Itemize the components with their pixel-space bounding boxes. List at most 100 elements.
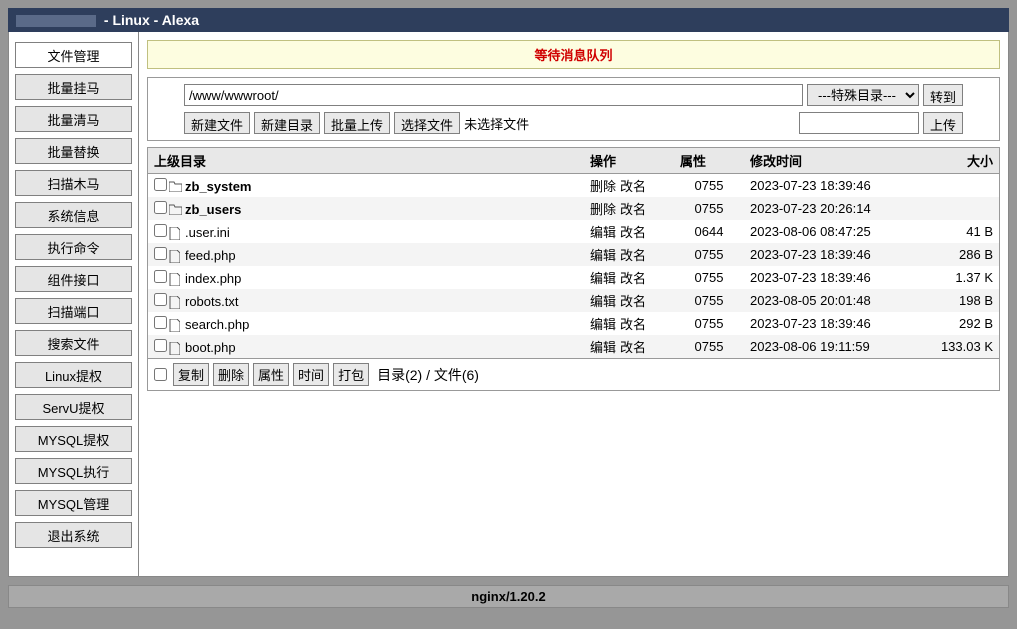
sidebar-item-8[interactable]: 扫描端口 [15, 298, 132, 324]
op-link[interactable]: 改名 [620, 294, 646, 309]
file-icon [169, 227, 182, 238]
table-row: feed.php编辑改名07552023-07-23 18:39:46286 B [148, 243, 999, 266]
upload-button[interactable]: 上传 [923, 112, 963, 134]
op-link[interactable]: 编辑 [590, 225, 616, 240]
mtime-cell: 2023-08-06 08:47:25 [744, 220, 919, 243]
sidebar-item-9[interactable]: 搜索文件 [15, 330, 132, 356]
redacted-host [16, 15, 96, 27]
sidebar-item-4[interactable]: 扫描木马 [15, 170, 132, 196]
size-cell [919, 174, 999, 198]
table-row: .user.ini 编辑改名 06442023-08-06 08:47:2541 B [148, 220, 999, 243]
message-bar: 等待消息队列 [147, 40, 1000, 69]
mtime-cell: 2023-08-06 19:11:59 [744, 335, 919, 358]
op-link[interactable]: 编辑 [590, 271, 616, 286]
file-name-link[interactable]: boot.php [185, 340, 236, 355]
file-name-link[interactable]: zb_system [185, 179, 251, 194]
mtime-cell: 2023-07-23 18:39:46 [744, 266, 919, 289]
op-link[interactable]: 改名 [620, 317, 646, 332]
sidebar-item-13[interactable]: MYSQL执行 [15, 458, 132, 484]
new-dir-button[interactable]: 新建目录 [254, 112, 320, 134]
op-link[interactable]: 改名 [620, 248, 646, 263]
row-checkbox[interactable] [154, 316, 167, 329]
file-icon [169, 342, 182, 353]
file-icon [169, 273, 182, 284]
delete-button[interactable]: 删除 [213, 363, 249, 386]
file-name-link[interactable]: search.php [185, 317, 249, 332]
table-row: index.php编辑改名07552023-07-23 18:39:461.37… [148, 266, 999, 289]
size-cell: 198 B [919, 289, 999, 312]
window-titlebar: - Linux - Alexa [8, 8, 1009, 32]
mtime-cell: 2023-07-23 18:39:46 [744, 174, 919, 198]
select-all-checkbox[interactable] [154, 368, 167, 381]
sidebar: 文件管理批量挂马批量清马批量替换扫描木马系统信息执行命令组件接口扫描端口搜索文件… [9, 32, 139, 576]
op-link[interactable]: 编辑 [590, 294, 616, 309]
row-checkbox[interactable] [154, 270, 167, 283]
size-cell: 1.37 K [919, 266, 999, 289]
op-link[interactable]: 编辑 [590, 248, 616, 263]
table-row: search.php编辑改名07552023-07-23 18:39:46292… [148, 312, 999, 335]
attr-cell: 0755 [674, 174, 744, 198]
op-link[interactable]: 改名 [620, 179, 646, 194]
upload-filename-input[interactable] [799, 112, 919, 134]
size-cell: 41 B [919, 220, 999, 243]
attr-cell: 0755 [674, 197, 744, 220]
row-checkbox[interactable] [154, 201, 167, 214]
file-name-link[interactable]: zb_users [185, 202, 241, 217]
sidebar-item-2[interactable]: 批量清马 [15, 106, 132, 132]
table-row: zb_system 删除改名 07552023-07-23 18:39:46 [148, 174, 999, 198]
content-area: 等待消息队列 ---特殊目录--- 转到 新建文件 新建目录 批量上传 选择文件… [139, 32, 1008, 576]
file-name-link[interactable]: .user.ini [185, 225, 230, 240]
attr-cell: 0755 [674, 335, 744, 358]
choose-file-button[interactable]: 选择文件 [394, 112, 460, 134]
folder-icon [169, 204, 182, 215]
row-checkbox[interactable] [154, 178, 167, 191]
time-button[interactable]: 时间 [293, 363, 329, 386]
row-checkbox[interactable] [154, 224, 167, 237]
pack-button[interactable]: 打包 [333, 363, 369, 386]
op-link[interactable]: 改名 [620, 225, 646, 240]
header-mtime: 修改时间 [744, 148, 919, 174]
sidebar-item-6[interactable]: 执行命令 [15, 234, 132, 260]
header-parent-dir[interactable]: 上级目录 [148, 148, 584, 174]
op-link[interactable]: 删除 [590, 202, 616, 217]
sidebar-item-7[interactable]: 组件接口 [15, 266, 132, 292]
row-checkbox[interactable] [154, 293, 167, 306]
sidebar-item-10[interactable]: Linux提权 [15, 362, 132, 388]
attr-cell: 0755 [674, 312, 744, 335]
path-input[interactable] [184, 84, 803, 106]
copy-button[interactable]: 复制 [173, 363, 209, 386]
no-file-selected-label: 未选择文件 [464, 114, 529, 133]
sidebar-item-11[interactable]: ServU提权 [15, 394, 132, 420]
file-name-link[interactable]: index.php [185, 271, 241, 286]
sidebar-item-12[interactable]: MYSQL提权 [15, 426, 132, 452]
status-bar: nginx/1.20.2 [8, 585, 1009, 608]
new-file-button[interactable]: 新建文件 [184, 112, 250, 134]
op-link[interactable]: 改名 [620, 340, 646, 355]
footer-ops-bar: 复制 删除 属性 时间 打包 目录(2) / 文件(6) [147, 359, 1000, 391]
op-link[interactable]: 编辑 [590, 317, 616, 332]
special-dir-select[interactable]: ---特殊目录--- [807, 84, 919, 106]
sidebar-item-1[interactable]: 批量挂马 [15, 74, 132, 100]
sidebar-item-5[interactable]: 系统信息 [15, 202, 132, 228]
sidebar-item-15[interactable]: 退出系统 [15, 522, 132, 548]
goto-button[interactable]: 转到 [923, 84, 963, 106]
batch-upload-button[interactable]: 批量上传 [324, 112, 390, 134]
attr-button[interactable]: 属性 [253, 363, 289, 386]
op-link[interactable]: 改名 [620, 202, 646, 217]
op-link[interactable]: 编辑 [590, 340, 616, 355]
header-attr: 属性 [674, 148, 744, 174]
server-version: nginx/1.20.2 [471, 589, 545, 604]
file-name-link[interactable]: feed.php [185, 248, 236, 263]
sidebar-item-0[interactable]: 文件管理 [15, 42, 132, 68]
titlebar-suffix: - Linux - Alexa [100, 12, 199, 28]
size-cell: 292 B [919, 312, 999, 335]
file-icon [169, 250, 182, 261]
op-link[interactable]: 删除 [590, 179, 616, 194]
attr-cell: 0644 [674, 220, 744, 243]
row-checkbox[interactable] [154, 339, 167, 352]
sidebar-item-14[interactable]: MYSQL管理 [15, 490, 132, 516]
sidebar-item-3[interactable]: 批量替换 [15, 138, 132, 164]
file-name-link[interactable]: robots.txt [185, 294, 238, 309]
row-checkbox[interactable] [154, 247, 167, 260]
op-link[interactable]: 改名 [620, 271, 646, 286]
